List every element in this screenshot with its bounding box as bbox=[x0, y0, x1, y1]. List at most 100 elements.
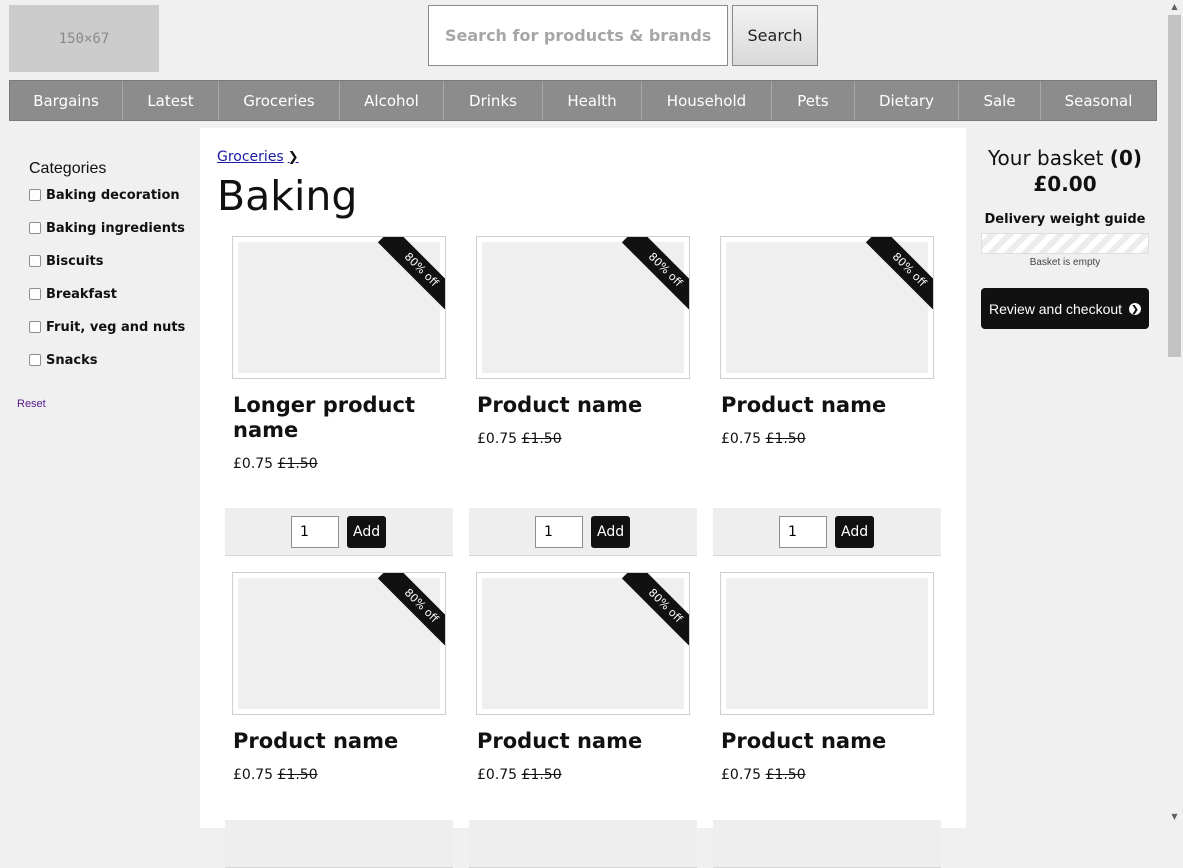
current-price: £0.75 bbox=[721, 767, 762, 783]
old-price: £1.50 bbox=[277, 767, 318, 783]
delivery-weight-bar bbox=[981, 233, 1149, 254]
reset-filters-link[interactable]: Reset bbox=[17, 398, 46, 410]
nav-item-health[interactable]: Health bbox=[543, 81, 642, 120]
quantity-input[interactable] bbox=[535, 516, 583, 548]
add-to-basket-bar: Add bbox=[713, 508, 941, 556]
product-price: £0.75 £1.50 bbox=[721, 431, 806, 447]
product-image[interactable]: 80% off bbox=[476, 572, 690, 715]
product-price: £0.75 £1.50 bbox=[721, 767, 806, 783]
product-name[interactable]: Longer product name bbox=[233, 393, 448, 443]
checkbox[interactable] bbox=[29, 255, 41, 267]
product-card[interactable]: 80% off Product name £0.75 £1.50 bbox=[225, 572, 453, 868]
category-filter-snacks[interactable]: Snacks bbox=[29, 353, 185, 386]
product-name[interactable]: Product name bbox=[721, 729, 936, 754]
product-price: £0.75 £1.50 bbox=[233, 767, 318, 783]
basket-summary: Your basket (0) £0.00 bbox=[981, 145, 1149, 197]
breadcrumb: Groceries ❯ bbox=[217, 149, 299, 165]
checkbox[interactable] bbox=[29, 288, 41, 300]
add-button[interactable]: Add bbox=[835, 516, 874, 548]
old-price: £1.50 bbox=[521, 767, 562, 783]
add-to-basket-bar: Add bbox=[225, 508, 453, 556]
chevron-right-icon: ❯ bbox=[287, 149, 299, 165]
add-to-basket-bar bbox=[713, 820, 941, 868]
product-card[interactable]: 80% off Product name £0.75 £1.50 Add bbox=[713, 236, 941, 556]
product-price: £0.75 £1.50 bbox=[233, 456, 318, 472]
current-price: £0.75 bbox=[233, 767, 274, 783]
product-price: £0.75 £1.50 bbox=[477, 767, 562, 783]
checkbox[interactable] bbox=[29, 222, 41, 234]
old-price: £1.50 bbox=[765, 431, 806, 447]
category-filter-list: Baking decoration Baking ingredients Bis… bbox=[29, 188, 185, 386]
category-filter-biscuits[interactable]: Biscuits bbox=[29, 254, 185, 287]
nav-item-dietary[interactable]: Dietary bbox=[855, 81, 959, 120]
product-image[interactable]: 80% off bbox=[720, 236, 934, 379]
nav-item-drinks[interactable]: Drinks bbox=[444, 81, 543, 120]
categories-title: Categories bbox=[29, 160, 107, 177]
category-label: Baking ingredients bbox=[46, 221, 185, 236]
checkbox[interactable] bbox=[29, 189, 41, 201]
image-placeholder bbox=[726, 578, 928, 709]
product-image[interactable]: 80% off bbox=[476, 236, 690, 379]
product-price: £0.75 £1.50 bbox=[477, 431, 562, 447]
checkbox[interactable] bbox=[29, 321, 41, 333]
arrow-circle-right-icon: ❯ bbox=[1129, 302, 1142, 315]
nav-item-household[interactable]: Household bbox=[642, 81, 772, 120]
add-button[interactable]: Add bbox=[591, 516, 630, 548]
quantity-input[interactable] bbox=[779, 516, 827, 548]
nav-item-sale[interactable]: Sale bbox=[959, 81, 1041, 120]
add-to-basket-bar bbox=[225, 820, 453, 868]
current-price: £0.75 bbox=[721, 431, 762, 447]
nav-item-seasonal[interactable]: Seasonal bbox=[1041, 81, 1156, 120]
product-name[interactable]: Product name bbox=[721, 393, 936, 418]
product-card[interactable]: 80% off Product name £0.75 £1.50 Add bbox=[469, 236, 697, 556]
basket-count: (0) bbox=[1109, 146, 1142, 170]
breadcrumb-groceries-link[interactable]: Groceries bbox=[217, 149, 284, 165]
nav-item-pets[interactable]: Pets bbox=[772, 81, 855, 120]
add-button[interactable]: Add bbox=[347, 516, 386, 548]
product-image[interactable]: 80% off bbox=[232, 236, 446, 379]
page-title: Baking bbox=[217, 172, 358, 220]
scroll-down-icon[interactable]: ▼ bbox=[1166, 810, 1183, 824]
category-label: Breakfast bbox=[46, 287, 117, 302]
main-nav: Bargains Latest Groceries Alcohol Drinks… bbox=[9, 80, 1157, 121]
current-price: £0.75 bbox=[233, 456, 274, 472]
logo-placeholder[interactable]: 150×67 bbox=[9, 5, 159, 72]
current-price: £0.75 bbox=[477, 431, 518, 447]
category-filter-fruit-veg-nuts[interactable]: Fruit, veg and nuts bbox=[29, 320, 185, 353]
nav-item-groceries[interactable]: Groceries bbox=[219, 81, 340, 120]
product-image[interactable] bbox=[720, 572, 934, 715]
nav-item-bargains[interactable]: Bargains bbox=[10, 81, 123, 120]
basket-title: Your basket bbox=[987, 146, 1104, 170]
delivery-weight-title: Delivery weight guide bbox=[984, 212, 1146, 227]
category-label: Biscuits bbox=[46, 254, 104, 269]
category-filter-breakfast[interactable]: Breakfast bbox=[29, 287, 185, 320]
checkout-label: Review and checkout bbox=[988, 300, 1123, 317]
quantity-input[interactable] bbox=[291, 516, 339, 548]
search-input[interactable] bbox=[428, 5, 728, 66]
scrollbar-thumb[interactable] bbox=[1168, 15, 1181, 357]
product-card[interactable]: Product name £0.75 £1.50 bbox=[713, 572, 941, 868]
checkbox[interactable] bbox=[29, 354, 41, 366]
page-scrollbar[interactable]: ▲ ▼ bbox=[1166, 0, 1183, 824]
scroll-up-icon[interactable]: ▲ bbox=[1166, 0, 1183, 14]
add-to-basket-bar bbox=[469, 820, 697, 868]
product-listing: Groceries ❯ Baking 80% off Longer produc… bbox=[200, 128, 966, 868]
product-name[interactable]: Product name bbox=[477, 729, 692, 754]
nav-item-latest[interactable]: Latest bbox=[123, 81, 219, 120]
nav-item-alcohol[interactable]: Alcohol bbox=[340, 81, 444, 120]
category-label: Snacks bbox=[46, 353, 98, 368]
category-label: Fruit, veg and nuts bbox=[46, 320, 186, 335]
product-image[interactable]: 80% off bbox=[232, 572, 446, 715]
product-name[interactable]: Product name bbox=[233, 729, 448, 754]
product-name[interactable]: Product name bbox=[477, 393, 692, 418]
search-button[interactable]: Search bbox=[732, 5, 818, 66]
review-checkout-button[interactable]: Review and checkout ❯ bbox=[981, 288, 1149, 329]
category-filter-baking-ingredients[interactable]: Baking ingredients bbox=[29, 221, 185, 254]
category-label: Baking decoration bbox=[46, 188, 180, 203]
category-filter-baking-decoration[interactable]: Baking decoration bbox=[29, 188, 185, 221]
old-price: £1.50 bbox=[765, 767, 806, 783]
old-price: £1.50 bbox=[521, 431, 562, 447]
product-card[interactable]: 80% off Longer product name £0.75 £1.50 … bbox=[225, 236, 453, 556]
basket-total: £0.00 bbox=[1033, 172, 1097, 196]
product-card[interactable]: 80% off Product name £0.75 £1.50 bbox=[469, 572, 697, 868]
